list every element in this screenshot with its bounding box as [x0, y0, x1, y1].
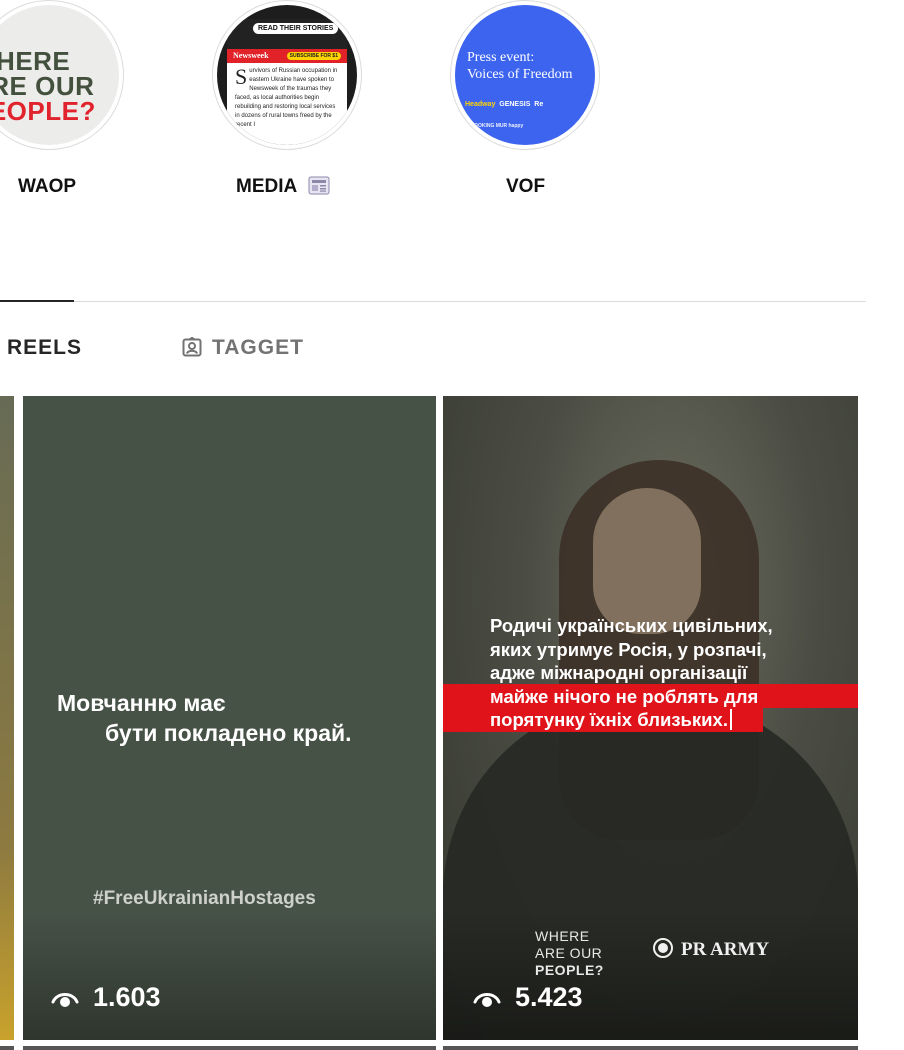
reel-shadow — [23, 910, 436, 1040]
highlight-waop-cover[interactable]: WHERE ARE OUR PEOPLE? — [0, 0, 124, 150]
tab-reels[interactable]: REELS — [7, 336, 82, 360]
brand-line-1: WHERE — [535, 928, 590, 944]
subscribe-badge: SUBSCRIBE FOR $1 — [286, 52, 341, 60]
phone-top: READ THEIR STORIES — [227, 19, 347, 49]
highlight-label-vof: VOF — [506, 176, 546, 197]
reel-caption-line-1: Родичі українських цивільних, — [490, 615, 773, 636]
highlight-vof[interactable]: Press event: Voices of Freedom Headway G… — [450, 0, 600, 197]
vof-cover-image: Press event: Voices of Freedom Headway G… — [455, 5, 595, 145]
reel-tile[interactable]: Родичі українських цивільних, яких утрим… — [443, 396, 858, 1040]
phone-mockup: READ THEIR STORIES Newsweek SUBSCRIBE FO… — [227, 19, 347, 145]
dropcap: S — [235, 64, 248, 89]
reel-caption-line-4: майже нічого не роблять для — [490, 685, 773, 709]
tab-tagged-label: TAGGET — [212, 336, 304, 359]
reel-shadow — [443, 910, 858, 1040]
reel-caption-highlight: нічого не роблять для — [553, 685, 759, 707]
pr-army-logo: PR ARMY — [653, 938, 769, 961]
reel-tile[interactable]: Мовчанню має бути покладено край. #FreeU… — [23, 396, 436, 1040]
vof-title-line-2: Voices of Freedom — [467, 67, 573, 82]
reel-caption-line-3: адже міжнародні організації — [490, 662, 748, 683]
reel-caption-line-1: Мовчанню має — [57, 690, 226, 716]
newspaper-icon — [308, 176, 330, 195]
reel-caption: Родичі українських цивільних, яких утрим… — [490, 614, 773, 732]
reel-photo-face — [593, 488, 701, 634]
reel-caption-line-2: бути покладено край. — [105, 720, 352, 746]
newsweek-bar: Newsweek SUBSCRIBE FOR $1 — [227, 49, 347, 63]
tabs-divider — [0, 301, 866, 302]
highlight-label-media: MEDIA — [236, 176, 330, 198]
brand-line-2: ARE OUR — [535, 945, 603, 961]
reel-tile-partial[interactable] — [0, 396, 14, 1040]
text-cursor — [729, 709, 732, 730]
vof-cover-title: Press event: Voices of Freedom — [467, 49, 573, 83]
reel-caption-plain: майже — [490, 685, 554, 707]
next-row-peek — [443, 1046, 858, 1050]
reel-caption-line-2: яких утримує Росія, у розпачі, — [490, 638, 767, 660]
next-row-peek — [23, 1046, 436, 1050]
reel-caption-highlight: порятунку їхніх близьких. — [490, 709, 728, 730]
reel-caption: Мовчанню має бути покладено край. — [57, 688, 352, 748]
waop-line-3: PEOPLE? — [0, 96, 96, 126]
waop-cover-text: WHERE ARE OUR PEOPLE? — [0, 48, 96, 126]
genesis-logo: GENESIS — [499, 101, 531, 108]
active-tab-indicator — [0, 300, 74, 302]
highlight-waop[interactable]: WHERE ARE OUR PEOPLE? WAOP — [0, 0, 124, 197]
media-cover-image: READ THEIR STORIES Newsweek SUBSCRIBE FO… — [217, 5, 357, 145]
article-text: urvivors of Russian occupation in easter… — [235, 68, 338, 128]
vof-partner-logos: Headway GENESIS Re — [465, 101, 543, 108]
reel-views-value: 1.603 — [93, 982, 161, 1012]
highlight-label-waop: WAOP — [18, 176, 77, 197]
re-logo: Re — [534, 101, 544, 108]
reel-view-count: 5.423 — [473, 982, 583, 1013]
reel-hashtag: #FreeUkrainianHostages — [93, 888, 316, 909]
eye-icon — [51, 993, 79, 1007]
reel-view-count: 1.603 — [51, 982, 161, 1013]
headway-logo: Headway — [465, 101, 496, 108]
tagged-user-icon — [182, 336, 202, 357]
pr-army-mark-icon — [653, 938, 673, 958]
tab-reels-label: REELS — [7, 336, 83, 359]
highlight-label-media-text: MEDIA — [236, 176, 297, 197]
waop-cover-image: WHERE ARE OUR PEOPLE? — [0, 5, 119, 145]
pr-army-text: PR ARMY — [681, 939, 770, 960]
article-snippet: Survivors of Russian occupation in easte… — [227, 63, 347, 134]
reel-caption-line-5: порятунку їхніх близьких. — [490, 708, 773, 732]
newsweek-logo: Newsweek — [233, 51, 269, 60]
vof-title-line-1: Press event: — [467, 50, 535, 65]
reel-views-value: 5.423 — [515, 982, 583, 1012]
highlight-media[interactable]: READ THEIR STORIES Newsweek SUBSCRIBE FO… — [212, 0, 362, 197]
vof-partner-logos-row2: LOOKING MUR happy — [471, 123, 524, 129]
next-row-peek — [0, 1046, 14, 1050]
brand-line-3: PEOPLE? — [535, 962, 604, 978]
highlight-media-cover[interactable]: READ THEIR STORIES Newsweek SUBSCRIBE FO… — [212, 0, 362, 150]
eye-icon — [473, 993, 501, 1007]
highlight-vof-cover[interactable]: Press event: Voices of Freedom Headway G… — [450, 0, 600, 150]
tab-tagged[interactable]: TAGGET — [182, 336, 304, 360]
read-stories-pill: READ THEIR STORIES — [253, 23, 339, 34]
waop-brand-logo: WHERE ARE OUR PEOPLE? — [535, 928, 604, 979]
